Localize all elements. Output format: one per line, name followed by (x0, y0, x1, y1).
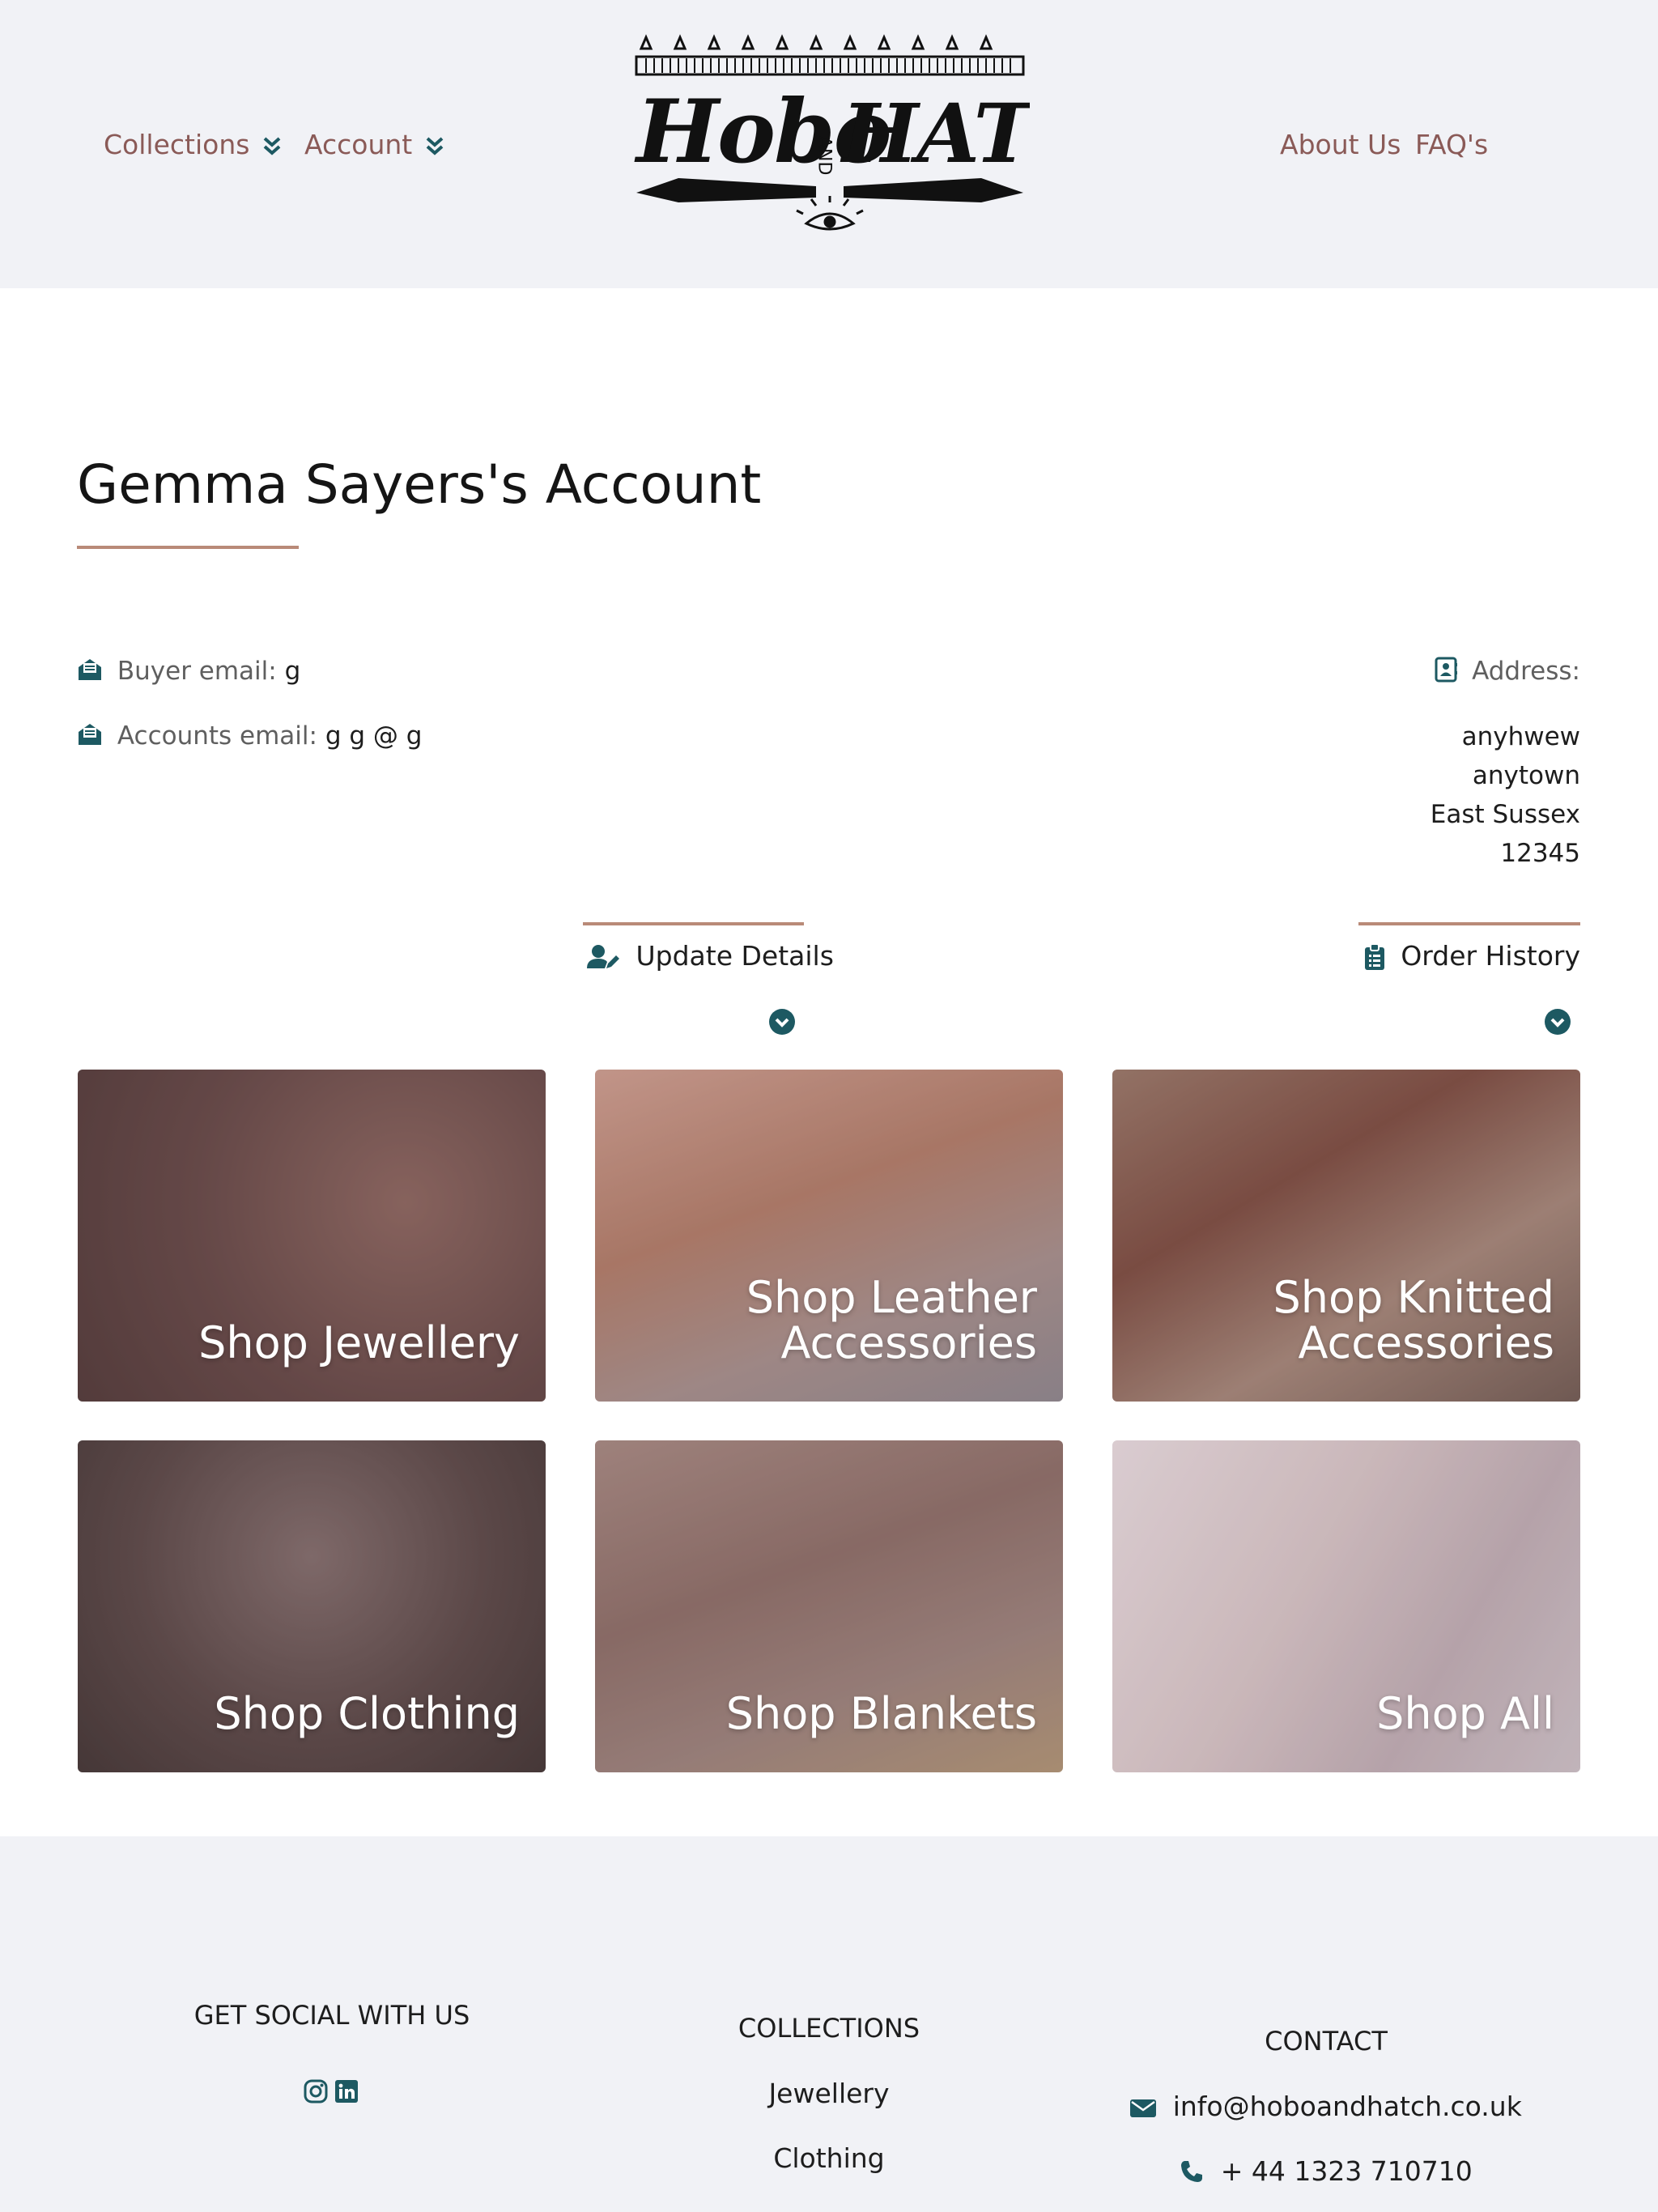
tile-shop-leather-accessories[interactable]: Shop Leather Accessories (595, 1070, 1063, 1402)
nav-collections[interactable]: Collections (104, 128, 281, 162)
logo-word-and: AND (814, 136, 835, 175)
tile-label-line: Shop Leather (746, 1272, 1037, 1323)
nav-about-us-label: About Us (1280, 129, 1401, 160)
tile-label: Shop Leather Accessories (746, 1275, 1037, 1366)
tile-label: Shop Jewellery (198, 1321, 520, 1366)
address-line: 12345 (1500, 839, 1580, 868)
footer-phone[interactable]: + 44 1323 710710 (1083, 2155, 1569, 2189)
nav-faqs-label: FAQ's (1415, 129, 1489, 160)
chevron-double-down-icon (263, 137, 281, 155)
title-divider (77, 546, 299, 549)
accounts-email-value: g g @ g (325, 721, 423, 751)
logo-word-hatch: HATCH (840, 86, 1030, 181)
tile-label: Shop All (1376, 1691, 1554, 1737)
chevron-double-down-icon (426, 137, 444, 155)
tile-label: Shop Knitted Accessories (1273, 1275, 1554, 1366)
nav-account[interactable]: Account (304, 128, 444, 162)
order-history-label: Order History (1401, 940, 1580, 972)
buyer-email-row: Buyer email: g (77, 655, 300, 687)
tile-label-line: Shop Blankets (725, 1688, 1037, 1739)
tile-label-line: Shop Jewellery (198, 1317, 520, 1368)
address-line: East Sussex (1430, 800, 1580, 829)
address-heading: Address: (1435, 655, 1580, 687)
address-line: anytown (1472, 761, 1580, 790)
order-history-expand[interactable] (1545, 1009, 1571, 1035)
tile-label-line: Accessories (780, 1317, 1037, 1368)
chevron-down-icon (1550, 1018, 1565, 1027)
buyer-email-value: g (284, 657, 301, 686)
address-label: Address: (1472, 657, 1580, 686)
social-icons (304, 2078, 360, 2107)
tile-label: Shop Clothing (214, 1691, 520, 1737)
update-details-label: Update Details (636, 940, 834, 972)
site-header: Collections Account Hobo AND HATCH (0, 0, 1658, 288)
footer-email[interactable]: info@hoboandhatch.co.uk (1083, 2090, 1569, 2124)
footer-collections-heading: COLLECTIONS (738, 2013, 920, 2044)
tile-label-line: Shop Clothing (214, 1688, 520, 1739)
footer-contact-heading: CONTACT (1265, 2026, 1388, 2057)
order-history-toggle[interactable]: Order History (1364, 939, 1580, 973)
tile-label-line: Shop Knitted (1273, 1272, 1554, 1323)
footer-email-text: info@hoboandhatch.co.uk (1172, 2091, 1522, 2122)
order-history-divider (1358, 922, 1580, 925)
tile-label-line: Shop All (1376, 1688, 1554, 1739)
user-edit-icon (587, 945, 619, 968)
envelope-open-text-icon (79, 659, 101, 680)
tile-label: Shop Blankets (726, 1691, 1037, 1737)
footer-social-heading: GET SOCIAL WITH US (193, 2000, 470, 2031)
linkedin-icon[interactable] (334, 2079, 359, 2104)
phone-icon (1181, 2161, 1203, 2182)
tile-shop-all[interactable]: Shop All (1112, 1440, 1580, 1772)
address-block: anyhwew anytown East Sussex 12345 (1256, 717, 1580, 873)
nav-about-us[interactable]: About Us (1280, 128, 1401, 162)
accounts-email-row: Accounts email: g g @ g (77, 720, 422, 752)
envelope-icon (1130, 2099, 1157, 2117)
footer-phone-text: + 44 1323 710710 (1220, 2155, 1473, 2187)
update-details-expand[interactable] (769, 1009, 795, 1035)
update-details-divider (583, 922, 804, 925)
page-title: Gemma Sayers's Account (77, 453, 762, 516)
footer-collection-link[interactable]: Jewellery (667, 2077, 991, 2111)
clipboard-list-icon (1364, 944, 1384, 970)
address-line: anyhwew (1461, 722, 1580, 751)
update-details-toggle[interactable]: Update Details (587, 939, 834, 973)
nav-account-label: Account (304, 129, 413, 160)
tile-shop-blankets[interactable]: Shop Blankets (595, 1440, 1063, 1772)
site-footer: GET SOCIAL WITH US COLLECTIONS Jewellery… (0, 1836, 1658, 2212)
tile-shop-knitted-accessories[interactable]: Shop Knitted Accessories (1112, 1070, 1580, 1402)
footer-collection-link[interactable]: Clothing (667, 2142, 991, 2176)
address-card-icon (1435, 657, 1458, 683)
envelope-open-text-icon (79, 724, 101, 745)
tile-shop-jewellery[interactable]: Shop Jewellery (78, 1070, 546, 1402)
tile-shop-clothing[interactable]: Shop Clothing (78, 1440, 546, 1772)
nav-collections-label: Collections (104, 129, 250, 160)
chevron-down-icon (775, 1018, 789, 1027)
instagram-icon[interactable] (304, 2079, 328, 2104)
hobo-and-hatch-logo[interactable]: Hobo AND HATCH (630, 31, 1030, 238)
buyer-email-label: Buyer email: (117, 657, 277, 686)
nav-faqs[interactable]: FAQ's (1415, 128, 1488, 162)
tile-label-line: Accessories (1298, 1317, 1554, 1368)
accounts-email-label: Accounts email: (117, 721, 317, 751)
